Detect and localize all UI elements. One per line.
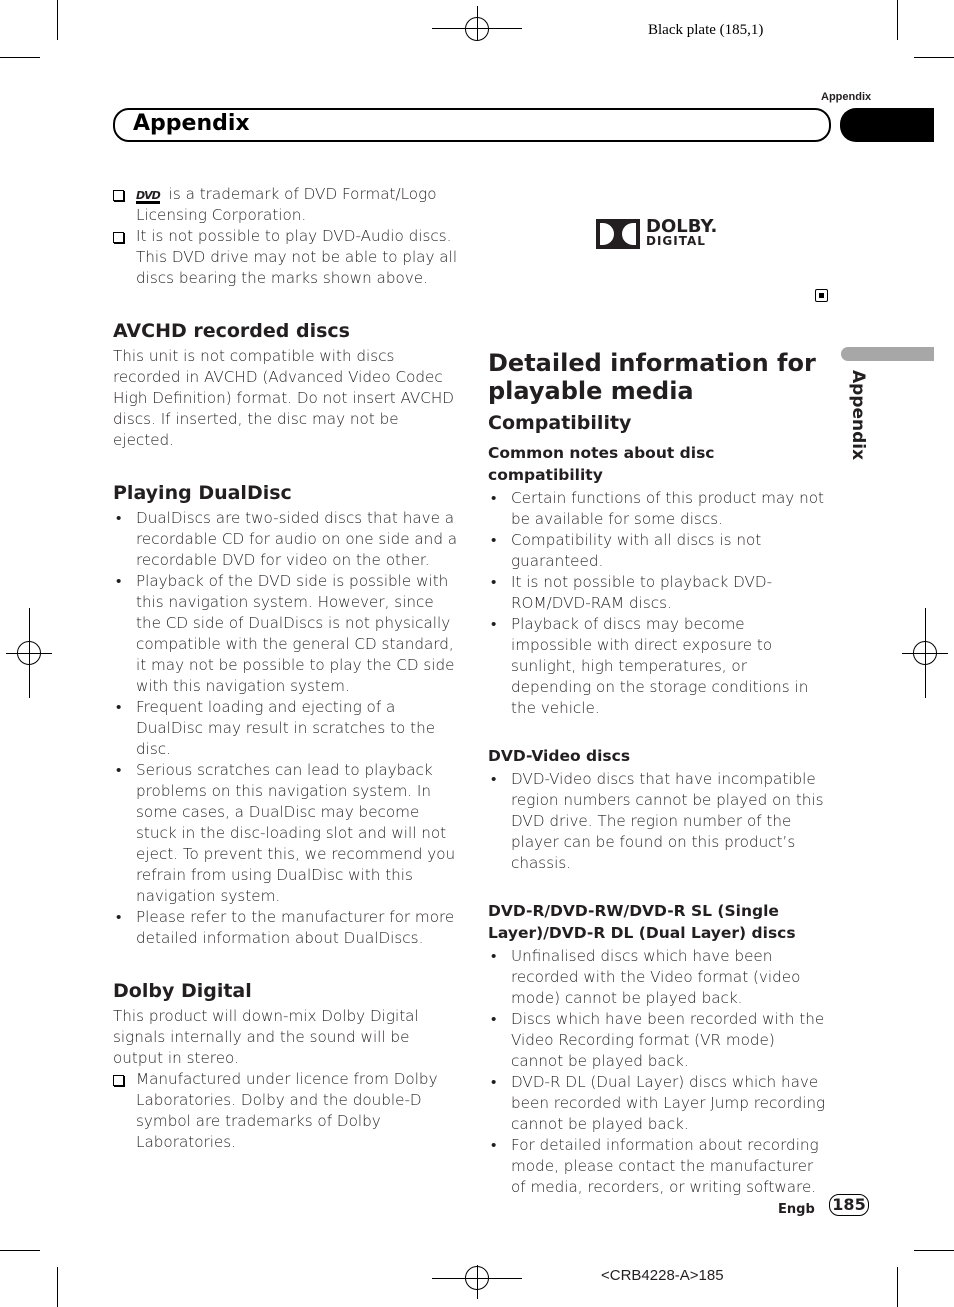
side-tab-label: Appendix — [848, 370, 868, 461]
dvd-video-heading: DVD-Video discs — [488, 747, 631, 765]
end-of-section-icon — [815, 289, 828, 302]
registration-mark — [465, 17, 489, 41]
crop-mark — [914, 57, 954, 58]
note-item: DVD is a trademark of DVD Format/Logo Li… — [113, 184, 458, 226]
dolby-digital-logo: DOLBY. DIGITAL — [596, 216, 718, 249]
registration-mark — [17, 641, 41, 665]
section-title: Appendix — [133, 111, 250, 136]
list-item: Please refer to the manufacturer for mor… — [113, 907, 458, 949]
list-item: Serious scratches can lead to playback p… — [113, 760, 458, 907]
note-text: It is not possible to play DVD-Audio dis… — [136, 227, 458, 287]
crop-mark — [897, 0, 898, 40]
dvd-video-list: DVD-Video discs that have incompatible r… — [488, 769, 828, 874]
crop-mark — [897, 1267, 898, 1307]
list-item: DVD-R DL (Dual Layer) discs which have b… — [488, 1072, 828, 1135]
note-text: is a trademark of DVD Format/Logo Licens… — [136, 185, 437, 224]
dolby-logo-text: DOLBY. — [646, 216, 718, 237]
list-item: For detailed information about recording… — [488, 1135, 828, 1198]
crop-mark — [914, 1250, 954, 1251]
list-item: Playback of discs may become impossible … — [488, 614, 828, 719]
crop-mark — [57, 1267, 58, 1307]
section-header-bar: Appendix — [113, 108, 831, 142]
dolby-note-list: Manufactured under licence from Dolby La… — [113, 1069, 458, 1153]
registration-mark — [465, 1266, 489, 1290]
note-text: Manufactured under licence from Dolby La… — [136, 1070, 438, 1151]
list-item: Certain functions of this product may no… — [488, 488, 828, 530]
page-number: 185 — [829, 1194, 869, 1216]
language-code: Engb — [778, 1202, 815, 1217]
list-item: DVD-Video discs that have incompatible r… — [488, 769, 828, 874]
checkbox-note-icon — [113, 190, 124, 201]
list-item: DualDiscs are two-sided discs that have … — [113, 508, 458, 571]
crop-mark — [0, 57, 40, 58]
list-item: Frequent loading and ejecting of a DualD… — [113, 697, 458, 760]
note-item: It is not possible to play DVD-Audio dis… — [113, 226, 458, 289]
list-item: Compatibility with all discs is not guar… — [488, 530, 828, 572]
running-head: Appendix — [821, 91, 872, 103]
dualdisc-heading: Playing DualDisc — [113, 482, 292, 504]
dvd-logo-icon: DVD — [136, 189, 161, 204]
double-d-icon — [596, 219, 640, 249]
common-notes-list: Certain functions of this product may no… — [488, 488, 828, 719]
avchd-heading: AVCHD recorded discs — [113, 320, 350, 342]
dualdisc-list: DualDiscs are two-sided discs that have … — [113, 508, 458, 949]
list-item: Playback of the DVD side is possible wit… — [113, 571, 458, 697]
avchd-body: This unit is not compatible with discs r… — [113, 347, 454, 449]
compatibility-heading: Compatibility — [488, 412, 632, 434]
right-column: Detailed information for playable media … — [488, 349, 828, 1198]
checkbox-note-icon — [113, 1075, 124, 1086]
main-heading: Detailed information for playable media — [488, 349, 816, 405]
checkbox-note-icon — [113, 232, 124, 243]
document-code: <CRB4228-A>185 — [601, 1267, 724, 1284]
dvd-r-list: Unfinalised discs which have been record… — [488, 946, 828, 1198]
list-item: Discs which have been recorded with the … — [488, 1009, 828, 1072]
crop-mark — [57, 0, 58, 40]
dolby-heading: Dolby Digital — [113, 980, 252, 1002]
side-tab-marker — [841, 347, 934, 361]
list-item: It is not possible to playback DVD-ROM/D… — [488, 572, 828, 614]
dvd-r-heading: DVD-R/DVD-RW/DVD-R SL (Single Layer)/DVD… — [488, 902, 796, 942]
plate-label: Black plate (185,1) — [648, 22, 764, 38]
note-item: Manufactured under licence from Dolby La… — [113, 1069, 458, 1153]
registration-mark — [913, 641, 937, 665]
dolby-body: This product will down-mix Dolby Digital… — [113, 1007, 419, 1067]
crop-mark — [0, 1250, 40, 1251]
left-column: DVD is a trademark of DVD Format/Logo Li… — [113, 184, 458, 1153]
list-item: Unfinalised discs which have been record… — [488, 946, 828, 1009]
section-tab — [840, 108, 934, 142]
common-notes-heading: Common notes about disc compatibility — [488, 444, 715, 484]
note-list: DVD is a trademark of DVD Format/Logo Li… — [113, 184, 458, 289]
